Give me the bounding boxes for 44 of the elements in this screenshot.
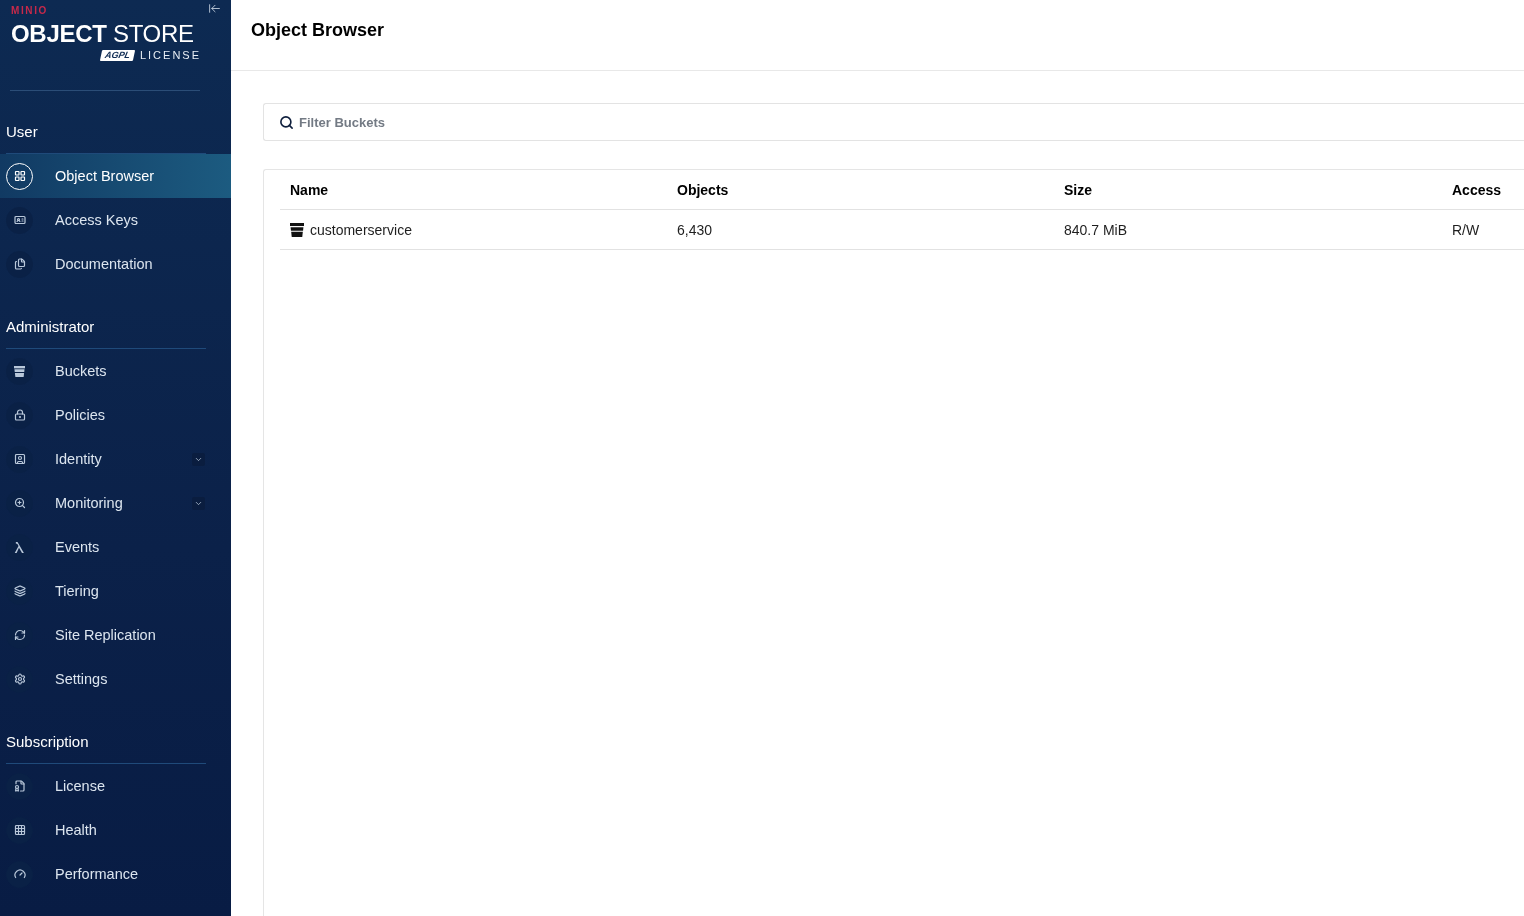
files-icon	[6, 250, 33, 278]
section-title: Subscription	[6, 733, 89, 750]
sidebar-item[interactable]: Health	[0, 808, 231, 852]
sidebar-item[interactable]: Object Browser	[0, 154, 231, 198]
sidebar-item[interactable]: Settings	[0, 657, 231, 701]
expand-button[interactable]	[192, 452, 205, 466]
sidebar-item[interactable]: Access Keys	[0, 198, 231, 242]
column-header: Name	[290, 181, 329, 198]
expand-button[interactable]	[192, 496, 205, 510]
magnifier-icon	[6, 489, 33, 517]
product-name: OBJECT STORE	[11, 21, 194, 47]
column-header: Objects	[677, 181, 729, 198]
collapse-button[interactable]	[207, 1, 221, 15]
brand-name: MINIO	[11, 6, 48, 16]
sidebar-item[interactable]: Identity	[0, 437, 231, 481]
sidebar-item[interactable]: Policies	[0, 393, 231, 437]
column-header: Access	[1452, 181, 1502, 198]
id-card-icon	[6, 206, 33, 234]
user-card-icon	[6, 445, 33, 473]
bucket-name[interactable]: customerservice	[310, 221, 412, 238]
sidebar-item[interactable]: License	[0, 764, 231, 808]
license-badge: AGPL	[99, 49, 136, 61]
search-field[interactable]: Filter Buckets	[263, 103, 1524, 141]
table-cell: 6,430	[677, 221, 713, 238]
page-title: Object Browser	[251, 19, 385, 41]
arrow-to-line-icon	[207, 1, 221, 15]
table-cell: R/W	[1452, 221, 1480, 238]
section-title: Administrator	[6, 318, 95, 335]
sidebar-item[interactable]: Site Replication	[0, 613, 231, 657]
sidebar-item[interactable]: Documentation	[0, 242, 231, 286]
gauge-icon	[6, 860, 33, 888]
sidebar-item[interactable]: Monitoring	[0, 481, 231, 525]
sidebar-item[interactable]: Performance	[0, 852, 231, 896]
section-title: User	[6, 123, 38, 140]
sidebar-item[interactable]: Events	[0, 525, 231, 569]
column-header: Size	[1064, 181, 1092, 198]
sidebar-item[interactable]: Tiering	[0, 569, 231, 613]
lock-icon	[6, 401, 33, 429]
sidebar-item[interactable]: Buckets	[0, 349, 231, 393]
bucket-icon	[290, 222, 304, 237]
bucket-icon	[6, 357, 33, 385]
license-label: LICENSE	[139, 48, 201, 62]
search-icon	[279, 115, 294, 130]
table-cell: 840.7 MiB	[1064, 221, 1128, 238]
